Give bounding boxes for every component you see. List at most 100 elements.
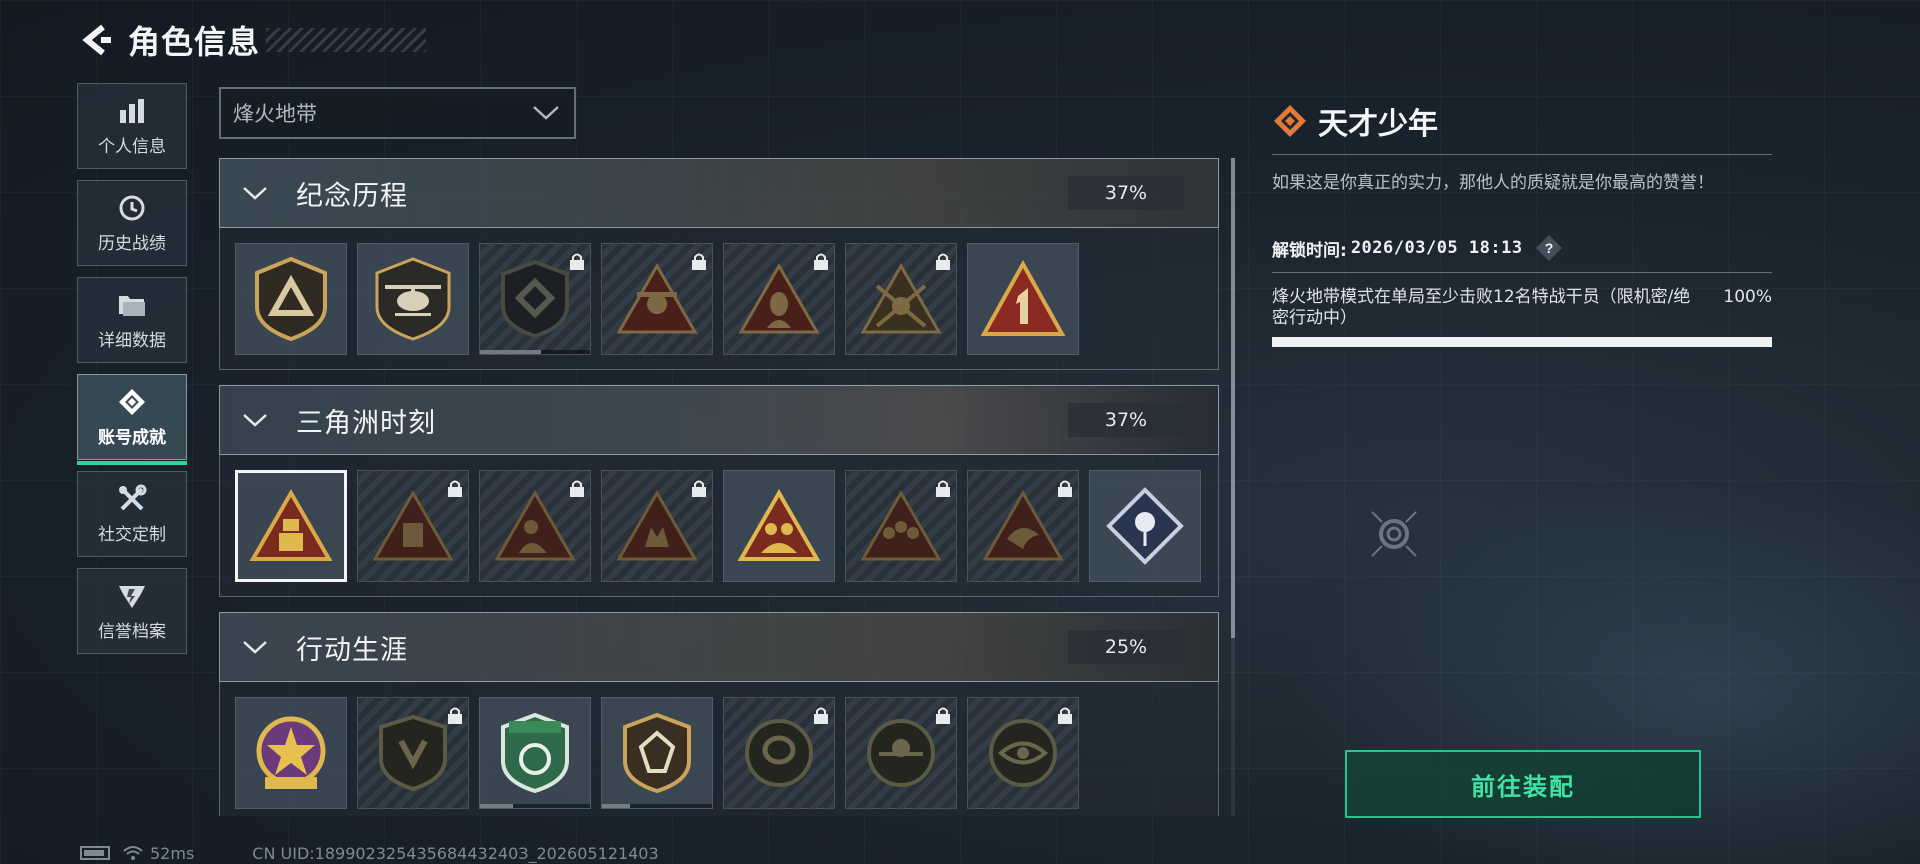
achievement-description: 如果这是你真正的实力，那他人的质疑就是你最高的赞誉！ bbox=[1272, 173, 1714, 193]
lock-icon bbox=[570, 480, 584, 497]
help-button[interactable]: ? bbox=[1535, 234, 1563, 262]
sidebar-item-credit-record[interactable]: 信誉档案 bbox=[77, 568, 187, 654]
badge-item[interactable] bbox=[601, 242, 713, 355]
bird-triangle-badge-icon bbox=[982, 489, 1064, 560]
badge-item[interactable] bbox=[235, 696, 347, 809]
lock-icon bbox=[1058, 480, 1072, 497]
skull-circle-badge-icon bbox=[867, 718, 935, 787]
battery-icon bbox=[80, 846, 110, 860]
achievement-title: 天才少年 bbox=[1318, 107, 1438, 142]
green-shield-badge-icon bbox=[501, 712, 569, 793]
folder-icon bbox=[117, 290, 147, 320]
mode-dropdown[interactable]: 烽火地带 bbox=[219, 87, 576, 139]
star-round-badge-icon bbox=[256, 716, 326, 789]
sidebar-item-achievements[interactable]: 账号成就 bbox=[77, 374, 187, 465]
ping-value: 52ms bbox=[150, 843, 195, 863]
robot-triangle-badge-icon bbox=[249, 488, 333, 561]
go-equip-button[interactable]: 前往装配 bbox=[1345, 750, 1701, 818]
wifi-icon bbox=[123, 846, 143, 860]
lock-icon bbox=[936, 707, 950, 724]
diamond-shield-badge-icon bbox=[501, 259, 569, 338]
sidebar-item-label: 历史战绩 bbox=[98, 233, 166, 254]
tools-icon bbox=[117, 484, 147, 514]
task-progress-bar bbox=[1272, 337, 1772, 347]
emblem-icon bbox=[117, 581, 147, 611]
unlock-row: 解锁时间: 2026/03/05 18:13 ? bbox=[1272, 232, 1772, 264]
lock-icon bbox=[936, 480, 950, 497]
section-header[interactable]: 纪念历程 37% bbox=[219, 158, 1219, 228]
sidebar: 个人信息 历史战绩 详细数据 账号成就 社交定制 信誉档案 bbox=[77, 83, 187, 665]
chevron-down-icon bbox=[533, 106, 559, 120]
back-button[interactable] bbox=[76, 20, 116, 60]
skull-triangle-badge-icon bbox=[616, 262, 698, 333]
eye-circle-badge-icon bbox=[989, 718, 1057, 787]
badge-item[interactable] bbox=[601, 696, 713, 809]
number-one-triangle-badge-icon bbox=[980, 259, 1066, 336]
achievement-section: 纪念历程 37% bbox=[219, 158, 1219, 370]
badge-item[interactable] bbox=[723, 242, 835, 355]
badge-item[interactable] bbox=[357, 242, 469, 355]
lock-icon bbox=[814, 707, 828, 724]
list-scrollbar[interactable] bbox=[1231, 158, 1235, 816]
achievement-list[interactable]: 纪念历程 37% 三角洲时刻 37% 行动生涯 25% bbox=[219, 158, 1219, 816]
lock-icon bbox=[692, 253, 706, 270]
badge-item[interactable] bbox=[601, 469, 713, 582]
mode-dropdown-value: 烽火地带 bbox=[233, 102, 317, 126]
badge-item[interactable] bbox=[357, 696, 469, 809]
rose-diamond-badge-icon bbox=[1106, 486, 1184, 565]
badge-item[interactable] bbox=[845, 469, 957, 582]
hand-circle-badge-icon bbox=[745, 718, 813, 787]
task-progress-fill bbox=[1272, 337, 1772, 347]
sidebar-item-social-custom[interactable]: 社交定制 bbox=[77, 471, 187, 557]
divider bbox=[1272, 272, 1772, 273]
crest-badge-icon bbox=[379, 714, 447, 791]
badge-item-selected[interactable] bbox=[235, 469, 347, 582]
unlock-label: 解锁时间: bbox=[1272, 240, 1347, 261]
badge-item[interactable] bbox=[479, 242, 591, 355]
badge-item[interactable] bbox=[479, 469, 591, 582]
badge-item[interactable] bbox=[723, 469, 835, 582]
badge-item[interactable] bbox=[967, 469, 1079, 582]
badge-item[interactable] bbox=[235, 242, 347, 355]
unlock-time: 2026/03/05 18:13 bbox=[1350, 238, 1523, 258]
gem-shield-badge-icon bbox=[623, 712, 691, 793]
badge-item[interactable] bbox=[845, 696, 957, 809]
lock-icon bbox=[814, 253, 828, 270]
badge-item[interactable] bbox=[845, 242, 957, 355]
badge-item[interactable] bbox=[723, 696, 835, 809]
lock-icon bbox=[448, 480, 462, 497]
badge-row bbox=[219, 228, 1219, 370]
crosshair-decoration-icon bbox=[1371, 511, 1417, 557]
chevron-down-icon bbox=[242, 639, 272, 655]
squad-triangle-badge-icon bbox=[860, 489, 942, 560]
divider bbox=[1272, 154, 1772, 155]
task-row: 烽火地带模式在单局至少击败12名特战干员（限机密/绝密行动中） 100% bbox=[1272, 287, 1772, 329]
badge-progress bbox=[480, 349, 590, 354]
header: 角色信息 bbox=[76, 18, 427, 62]
badge-item[interactable] bbox=[1089, 469, 1201, 582]
section-header[interactable]: 行动生涯 25% bbox=[219, 612, 1219, 682]
achievement-diamond-icon bbox=[1274, 105, 1306, 137]
section-percent: 37% bbox=[1068, 403, 1184, 437]
lock-icon bbox=[1058, 707, 1072, 724]
achievement-detail-panel: 天才少年 如果这是你真正的实力，那他人的质疑就是你最高的赞誉！ 解锁时间: 20… bbox=[1272, 100, 1772, 347]
bar-chart-icon bbox=[117, 96, 147, 126]
detail-title-row: 天才少年 bbox=[1272, 100, 1772, 142]
sidebar-item-label: 详细数据 bbox=[98, 330, 166, 351]
sidebar-item-detailed-data[interactable]: 详细数据 bbox=[77, 277, 187, 363]
chevron-down-icon bbox=[242, 412, 272, 428]
badge-item[interactable] bbox=[479, 696, 591, 809]
sidebar-item-personal-info[interactable]: 个人信息 bbox=[77, 83, 187, 169]
section-title: 行动生涯 bbox=[296, 634, 408, 666]
lock-icon bbox=[448, 707, 462, 724]
mask-triangle-badge-icon bbox=[372, 489, 454, 560]
badge-item[interactable] bbox=[967, 696, 1079, 809]
badge-item[interactable] bbox=[357, 469, 469, 582]
badge-item[interactable] bbox=[967, 242, 1079, 355]
crossed-guns-badge-icon bbox=[860, 262, 942, 333]
lock-icon bbox=[570, 253, 584, 270]
section-header[interactable]: 三角洲时刻 37% bbox=[219, 385, 1219, 455]
sidebar-item-history[interactable]: 历史战绩 bbox=[77, 180, 187, 266]
achievement-icon bbox=[117, 387, 147, 417]
sidebar-item-label: 账号成就 bbox=[98, 427, 166, 448]
